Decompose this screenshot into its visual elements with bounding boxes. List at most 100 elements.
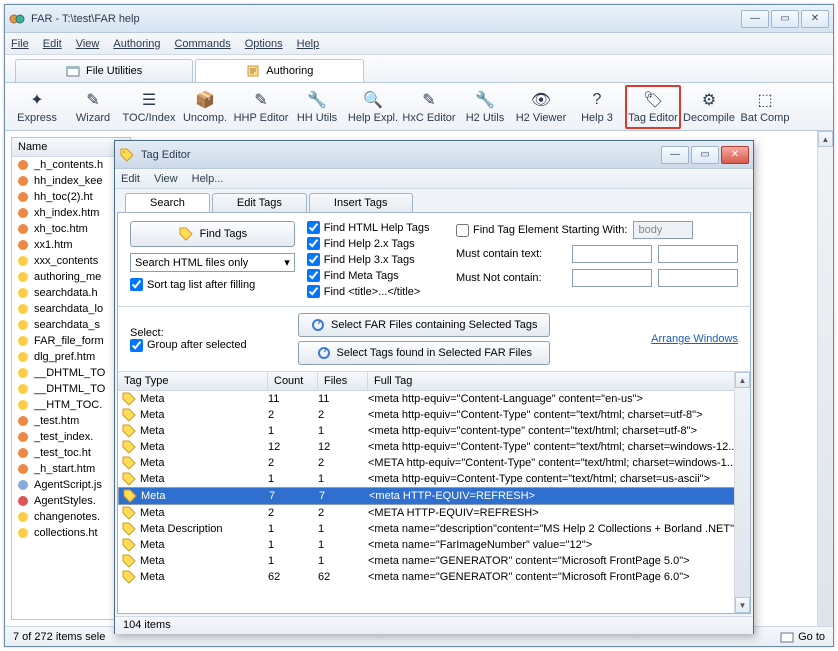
file-row[interactable]: __HTM_TOC. <box>12 397 130 413</box>
toolbar-h2-utils[interactable]: 🔧H2 Utils <box>457 85 513 129</box>
grid-row[interactable]: Meta1111<meta http-equiv="Content-Langua… <box>118 391 750 407</box>
toolbar-bat-comp[interactable]: ⬚Bat Comp <box>737 85 793 129</box>
grid-row[interactable]: Meta11<meta name="FarImageNumber" value=… <box>118 537 750 553</box>
file-row[interactable]: AgentStyles. <box>12 493 130 509</box>
file-row[interactable]: _test_toc.ht <box>12 445 130 461</box>
file-row[interactable]: _test_index. <box>12 429 130 445</box>
tab-insert-tags[interactable]: Insert Tags <box>309 193 413 212</box>
file-row[interactable]: xh_index.htm <box>12 205 130 221</box>
menu-options[interactable]: Options <box>245 38 283 50</box>
sort-checkbox[interactable]: Sort tag list after filling <box>130 278 295 291</box>
vertical-scrollbar[interactable]: ▲ <box>817 131 833 626</box>
file-row[interactable]: _h_start.htm <box>12 461 130 477</box>
sub-close-button[interactable]: ✕ <box>721 146 749 164</box>
find-opt-input[interactable] <box>307 269 320 282</box>
sub-titlebar[interactable]: Tag Editor — ▭ ✕ <box>115 141 753 169</box>
maximize-button[interactable]: ▭ <box>771 10 799 28</box>
toolbar-wizard[interactable]: ✎Wizard <box>65 85 121 129</box>
starting-with-checkbox[interactable]: Find Tag Element Starting With: <box>456 224 627 237</box>
file-row[interactable]: FAR_file_form <box>12 333 130 349</box>
sub-maximize-button[interactable]: ▭ <box>691 146 719 164</box>
menu-view[interactable]: View <box>76 38 100 50</box>
tab-search[interactable]: Search <box>125 193 210 212</box>
grid-row[interactable]: Meta22<META HTTP-EQUIV=REFRESH> <box>118 505 750 521</box>
menu-help[interactable]: Help <box>297 38 320 50</box>
grid-scrollbar[interactable]: ▲ ▼ <box>734 372 750 613</box>
toolbar-uncomp-[interactable]: 📦Uncomp. <box>177 85 233 129</box>
find-opt-input[interactable] <box>307 237 320 250</box>
find-opt-input[interactable] <box>307 253 320 266</box>
group-checkbox-input[interactable] <box>130 339 143 352</box>
menu-authoring[interactable]: Authoring <box>113 38 160 50</box>
col-files[interactable]: Files <box>318 372 368 390</box>
file-row[interactable]: AgentScript.js <box>12 477 130 493</box>
grid-row[interactable]: Meta11<meta name="GENERATOR" content="Mi… <box>118 553 750 569</box>
goto-control[interactable]: Go to <box>780 630 825 644</box>
menu-edit[interactable]: Edit <box>43 38 62 50</box>
sort-checkbox-input[interactable] <box>130 278 143 291</box>
menu-file[interactable]: File <box>11 38 29 50</box>
file-list[interactable]: Name _h_contents.hhh_index_keehh_toc(2).… <box>11 137 131 620</box>
find-tags-button[interactable]: Find Tags <box>130 221 295 247</box>
grid-row[interactable]: Meta22<meta http-equiv="Content-Type" co… <box>118 407 750 423</box>
scroll-up-icon[interactable]: ▲ <box>818 131 833 147</box>
find-opt-3[interactable]: Find Meta Tags <box>307 269 444 282</box>
must-not-contain-field-2[interactable] <box>658 269 738 287</box>
grid-row[interactable]: Meta6262<meta name="GENERATOR" content="… <box>118 569 750 585</box>
toolbar-hhp-editor[interactable]: ✎HHP Editor <box>233 85 289 129</box>
file-list-header[interactable]: Name <box>12 138 130 157</box>
toolbar-hh-utils[interactable]: 🔧HH Utils <box>289 85 345 129</box>
toolbar-help-3[interactable]: ?Help 3 <box>569 85 625 129</box>
file-row[interactable]: searchdata_s <box>12 317 130 333</box>
find-opt-2[interactable]: Find Help 3.x Tags <box>307 253 444 266</box>
sub-menu-edit[interactable]: Edit <box>121 173 140 185</box>
starting-with-input[interactable] <box>456 224 469 237</box>
grid-row[interactable]: Meta11<meta http-equiv=Content-Type cont… <box>118 471 750 487</box>
file-row[interactable]: authoring_me <box>12 269 130 285</box>
file-row[interactable]: dlg_pref.htm <box>12 349 130 365</box>
file-row[interactable]: collections.ht <box>12 525 130 541</box>
find-opt-4[interactable]: Find <title>...</title> <box>307 285 444 298</box>
file-row[interactable]: xxx_contents <box>12 253 130 269</box>
toolbar-hxc-editor[interactable]: ✎HxC Editor <box>401 85 457 129</box>
file-row[interactable]: _test.htm <box>12 413 130 429</box>
must-not-contain-field-1[interactable] <box>572 269 652 287</box>
group-checkbox[interactable]: Group after selected <box>130 339 280 352</box>
must-contain-field-1[interactable] <box>572 245 652 263</box>
col-tag-type[interactable]: Tag Type <box>118 372 268 390</box>
toolbar-h2-viewer[interactable]: 👁H2 Viewer <box>513 85 569 129</box>
must-contain-field-2[interactable] <box>658 245 738 263</box>
col-count[interactable]: Count <box>268 372 318 390</box>
results-grid[interactable]: Tag Type Count Files Full Tag Meta1111<m… <box>118 372 750 613</box>
search-scope-select[interactable]: Search HTML files only ▾ <box>130 253 295 272</box>
file-row[interactable]: _h_contents.h <box>12 157 130 173</box>
select-far-files-button[interactable]: Select FAR Files containing Selected Tag… <box>298 313 550 337</box>
file-row[interactable]: xx1.htm <box>12 237 130 253</box>
find-opt-1[interactable]: Find Help 2.x Tags <box>307 237 444 250</box>
close-button[interactable]: ✕ <box>801 10 829 28</box>
file-row[interactable]: __DHTML_TO <box>12 381 130 397</box>
grid-header[interactable]: Tag Type Count Files Full Tag <box>118 372 750 391</box>
find-opt-0[interactable]: Find HTML Help Tags <box>307 221 444 234</box>
scroll-down-icon[interactable]: ▼ <box>735 597 750 613</box>
minimize-button[interactable]: — <box>741 10 769 28</box>
file-row[interactable]: hh_index_kee <box>12 173 130 189</box>
toolbar-tag-editor[interactable]: 🏷Tag Editor <box>625 85 681 129</box>
sub-menu-view[interactable]: View <box>154 173 178 185</box>
grid-row[interactable]: Meta1212<meta http-equiv="Content-Type" … <box>118 439 750 455</box>
sub-menu-help[interactable]: Help... <box>192 173 224 185</box>
toolbar-help-expl-[interactable]: 🔍Help Expl. <box>345 85 401 129</box>
file-row[interactable]: changenotes. <box>12 509 130 525</box>
main-titlebar[interactable]: FAR - T:\test\FAR help — ▭ ✕ <box>5 5 833 33</box>
file-row[interactable]: searchdata_lo <box>12 301 130 317</box>
sub-minimize-button[interactable]: — <box>661 146 689 164</box>
select-tags-button[interactable]: Select Tags found in Selected FAR Files <box>298 341 550 365</box>
find-opt-input[interactable] <box>307 285 320 298</box>
grid-row[interactable]: Meta Description11<meta name="descriptio… <box>118 521 750 537</box>
col-full-tag[interactable]: Full Tag <box>368 372 750 390</box>
grid-row[interactable]: Meta22<META http-equiv="Content-Type" co… <box>118 455 750 471</box>
find-opt-input[interactable] <box>307 221 320 234</box>
file-row[interactable]: hh_toc(2).ht <box>12 189 130 205</box>
arrange-windows-link[interactable]: Arrange Windows <box>651 333 738 345</box>
toolbar-toc-index[interactable]: ☰TOC/Index <box>121 85 177 129</box>
